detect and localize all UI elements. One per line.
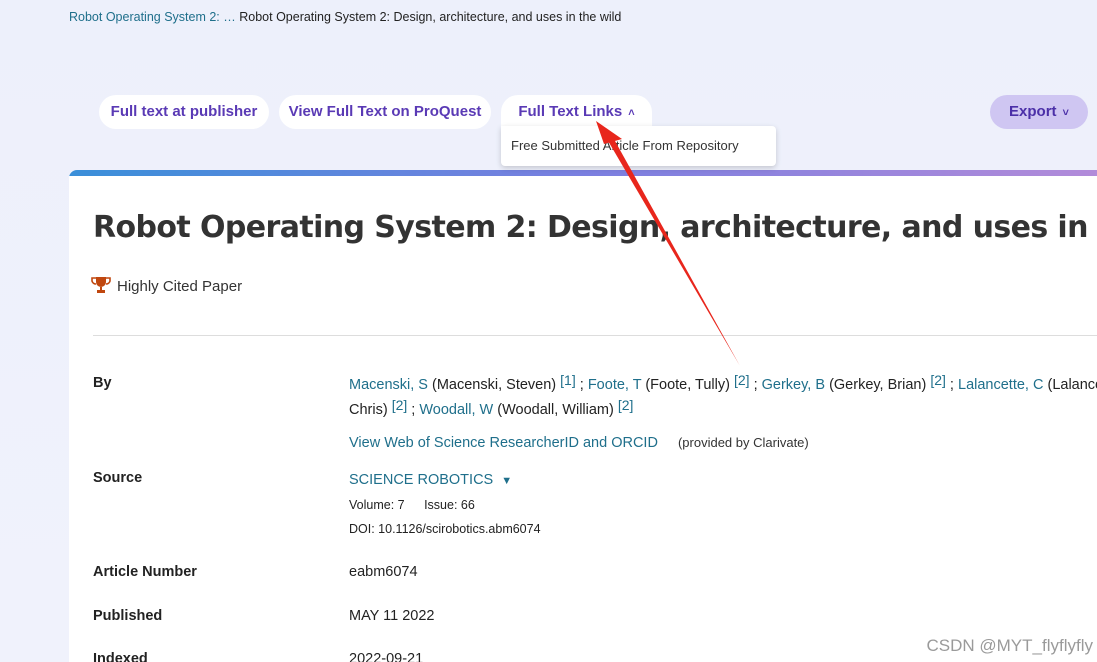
source-journal-link[interactable]: SCIENCE ROBOTICS [349,472,493,488]
full-text-publisher-button[interactable]: Full text at publisher [99,95,269,129]
page-title: Robot Operating System 2: Design, archit… [93,210,1097,245]
breadcrumb: Robot Operating System 2: … Robot Operat… [69,10,621,24]
chevron-up-icon: ˄ [628,107,635,119]
indexed-value: 2022-09-21 [349,651,424,662]
published-label: Published [93,608,163,624]
affiliation-link[interactable]: [2] [392,397,408,413]
author-full-name: (Macenski, Steven) [432,377,557,393]
affiliation-link[interactable]: [1] [560,372,576,388]
breadcrumb-parent-link[interactable]: Robot Operating System 2: … [69,10,236,24]
record-card: Robot Operating System 2: Design, archit… [69,170,1097,662]
affiliation-link[interactable]: [2] [618,397,634,413]
watermark: CSDN @MYT_flyflyfly [926,636,1094,655]
export-label: Export [1009,103,1057,120]
author-link[interactable]: Lalancette, C [958,377,1043,393]
author-full-name: (Foote, Tully) [645,377,730,393]
authors-line-1: Macenski, S (Macenski, Steven) [1] ; Foo… [349,372,1097,393]
article-number-label: Article Number [93,564,197,580]
view-proquest-button[interactable]: View Full Text on ProQuest [279,95,491,129]
volume-issue-row: Volume: 7 Issue: 66 [349,498,475,512]
indexed-label: Indexed [93,651,148,662]
author-full-name: (Woodall, William) [497,402,614,418]
source-label: Source [93,470,143,486]
dropdown-item-free-submitted-article[interactable]: Free Submitted Article From Repository [511,138,739,153]
doi: DOI: 10.1126/scirobotics.abm6074 [349,522,541,536]
issue: Issue: 66 [424,498,475,512]
author-link[interactable]: Woodall, W [419,402,493,418]
author-full-name: (Gerkey, Brian) [829,377,927,393]
export-button[interactable]: Export ˅ [990,95,1088,129]
source-value[interactable]: SCIENCE ROBOTICS ▼ [349,472,512,488]
author-link[interactable]: Gerkey, B [762,377,825,393]
full-text-links-dropdown: Free Submitted Article From Repository [501,126,776,166]
researcher-id-row: View Web of Science ResearcherID and ORC… [349,435,809,451]
chevron-down-icon: ˅ [1062,107,1069,119]
author-link[interactable]: Foote, T [588,377,641,393]
published-value: MAY 11 2022 [349,608,435,624]
author-full-name: (Lalancet [1047,377,1097,393]
author-full-name: Chris) [349,402,388,418]
full-text-links-button[interactable]: Full Text Links ˄ [501,95,652,129]
card-accent-bar [69,170,1097,176]
author-link[interactable]: Macenski, S [349,377,428,393]
researcher-id-link[interactable]: View Web of Science ResearcherID and ORC… [349,435,658,451]
volume: Volume: 7 [349,498,405,512]
affiliation-link[interactable]: [2] [930,372,946,388]
provided-by-note: (provided by Clarivate) [677,435,809,450]
highly-cited-badge: Highly Cited Paper [91,276,242,298]
trophy-icon [91,276,111,298]
authors-line-2: Chris) [2] ; Woodall, W (Woodall, Willia… [349,397,634,418]
by-label: By [93,375,112,391]
article-number-value: eabm6074 [349,564,418,580]
page: Robot Operating System 2: … Robot Operat… [0,0,1097,662]
full-text-links-label: Full Text Links [518,103,623,120]
highly-cited-label: Highly Cited Paper [117,277,243,295]
affiliation-link[interactable]: [2] [734,372,750,388]
caret-down-icon[interactable]: ▼ [501,475,512,487]
divider [93,335,1097,336]
breadcrumb-current: Robot Operating System 2: Design, archit… [239,10,622,24]
